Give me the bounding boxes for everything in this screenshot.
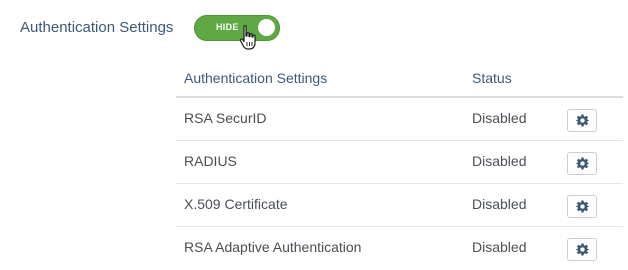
show-hide-toggle[interactable]: HIDE [194,15,280,41]
gear-icon [575,200,589,213]
table-row: RSA Adaptive Authentication Disabled [176,227,623,269]
hand-pointer-cursor-icon [239,25,256,50]
toggle-knob [258,19,275,36]
auth-settings-table: Authentication Settings Status RSA Secur… [176,59,623,269]
gear-icon [575,157,589,170]
column-header-name: Authentication Settings [184,70,328,86]
settings-button[interactable] [567,238,597,261]
method-name: X.509 Certificate [184,196,288,212]
method-name: RADIUS [184,153,237,169]
table-row: X.509 Certificate Disabled [176,184,623,227]
settings-button[interactable] [567,152,597,175]
toggle-label: HIDE [216,22,239,32]
column-header-status: Status [472,70,512,86]
table-header-row: Authentication Settings Status [176,59,623,98]
method-status: Disabled [472,239,527,255]
settings-button[interactable] [567,109,597,132]
table-row: RSA SecurID Disabled [176,98,623,141]
method-name: RSA SecurID [184,110,267,126]
table-row: RADIUS Disabled [176,141,623,184]
method-name: RSA Adaptive Authentication [184,239,362,255]
method-status: Disabled [472,196,527,212]
gear-icon [575,114,589,127]
method-status: Disabled [472,110,527,126]
gear-icon [575,243,589,256]
method-status: Disabled [472,153,527,169]
section-title: Authentication Settings [20,19,174,36]
settings-button[interactable] [567,195,597,218]
